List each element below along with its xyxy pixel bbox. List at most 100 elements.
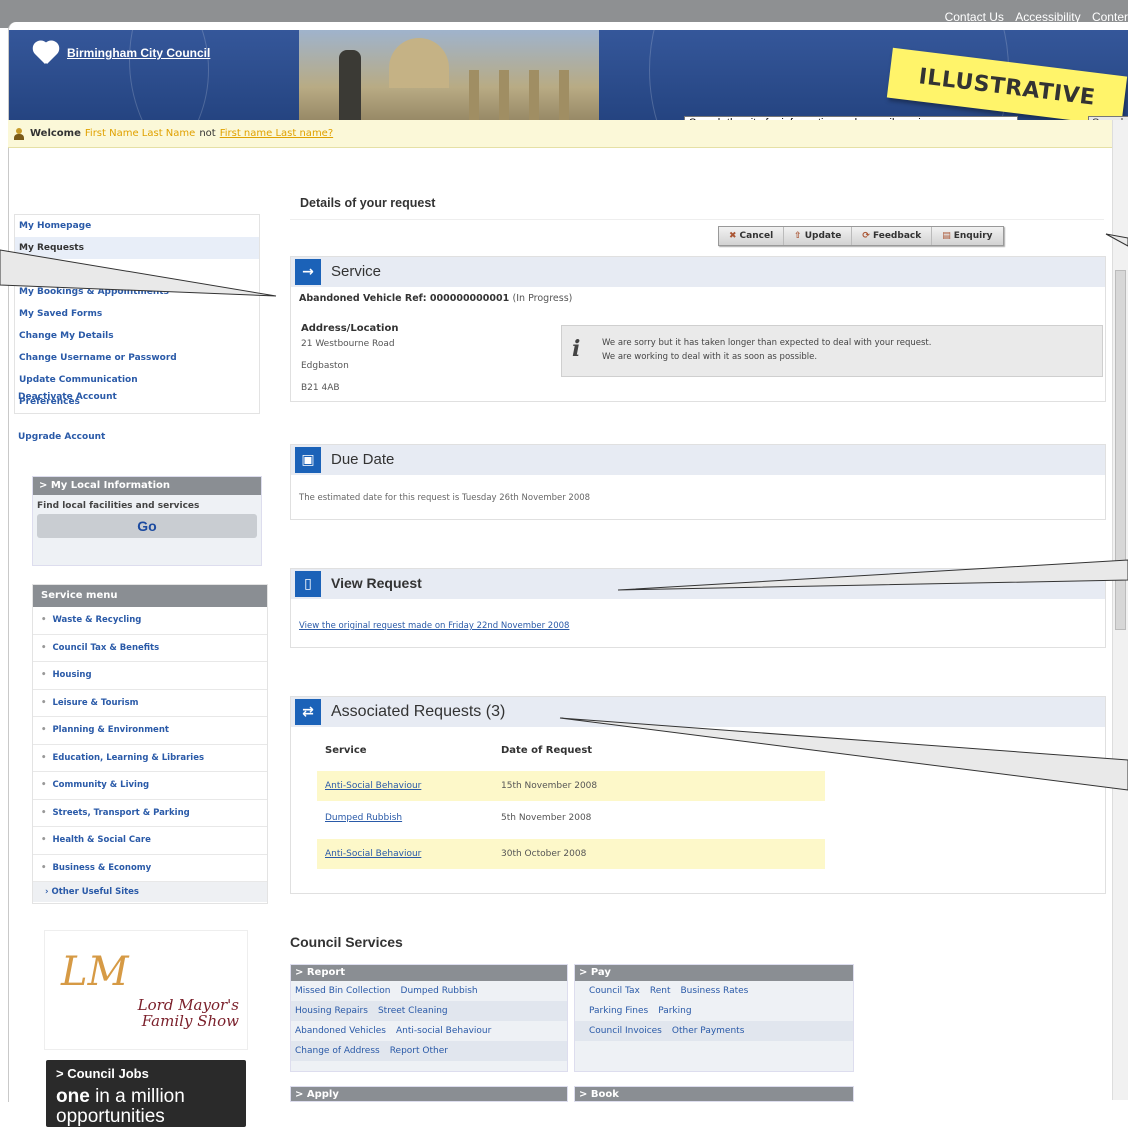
council-services-title: Council Services [290,934,403,950]
service-menu-item[interactable]: • Housing [33,662,267,690]
nav-my-requests[interactable]: My Requests [15,237,259,259]
local-info-box: > My Local Information Find local facili… [32,476,262,566]
lmfs-title: Lord Mayor's Family Show [137,996,239,1030]
nav-my-homepage[interactable]: My Homepage [15,215,259,237]
cancel-button[interactable]: ✖ Cancel [719,227,785,245]
service-menu-item[interactable]: • Community & Living [33,772,267,800]
book-header: > Book [575,1087,853,1101]
local-info-header: > My Local Information [33,477,261,495]
nav-my-bookings[interactable]: My Bookings & Appointments [15,281,259,303]
address-line: B21 4AB [301,383,340,393]
pay-link[interactable]: Other Payments [672,1026,745,1036]
service-menu-item[interactable]: • Education, Learning & Libraries [33,745,267,772]
swap-arrows-icon: ⇄ [295,699,321,725]
welcome-label: Welcome [30,128,81,139]
report-link[interactable]: Housing Repairs [295,1006,368,1016]
upgrade-account-link[interactable]: Upgrade Account [18,432,105,442]
report-box: > Report Missed Bin Collection Dumped Rub… [290,964,568,1072]
service-menu-item[interactable]: • Council Tax & Benefits [33,635,267,662]
nav-deactivate[interactable]: Deactivate Account [18,392,117,402]
report-link[interactable]: Dumped Rubbish [401,986,478,996]
col-service: Service [325,745,367,756]
council-house-photo [299,30,599,134]
service-menu-item[interactable]: • Waste & Recycling [33,607,267,635]
account-nav: My Homepage My Requests My Payments My B… [14,214,260,414]
nav-change-details[interactable]: Change My Details [15,325,259,347]
welcome-not: not [199,128,216,139]
due-date-text: The estimated date for this request is T… [299,493,591,503]
service-panel-title: Service [331,263,382,280]
view-request-panel: ▯ View Request View the original request… [290,568,1106,648]
sticker-text: ILLUSTRATIVE [917,63,1097,111]
report-row: Abandoned Vehicles Anti-social Behaviour [291,1021,567,1041]
due-date-title: Due Date [331,451,395,468]
report-link[interactable]: Missed Bin Collection [295,986,391,996]
associated-requests-title: Associated Requests (3) [331,703,506,720]
service-menu-item[interactable]: • Leisure & Tourism [33,690,267,717]
associated-requests-header: ⇄ Associated Requests (3) [291,697,1105,727]
scrollbar-thumb[interactable] [1115,270,1126,630]
delay-notice: i We are sorry but it has taken longer t… [561,325,1103,377]
service-panel: → Service Abandoned Vehicle Ref: 0000000… [290,256,1106,402]
apply-box: > Apply [290,1086,568,1102]
site-logo[interactable]: Birmingham City Council [31,42,210,64]
lord-mayors-show-banner[interactable]: LM Lord Mayor's Family Show [44,930,248,1050]
view-request-header: ▯ View Request [291,569,1105,599]
council-jobs-banner[interactable]: > Council Jobs one in a million opportun… [46,1060,246,1127]
report-row: Change of Address Report Other [291,1041,567,1061]
go-button[interactable]: Go [37,514,257,538]
not-you-link[interactable]: First name Last name? [220,128,333,139]
pay-link[interactable]: Rent [650,986,671,996]
table-row: Anti-Social Behaviour 30th October 2008 [317,839,825,869]
request-status: (In Progress) [512,293,573,304]
notice-text: We are sorry but it has taken longer tha… [602,338,932,362]
calendar-icon: ▣ [295,447,321,473]
report-link[interactable]: Report Other [390,1046,448,1056]
service-menu-item[interactable]: • Health & Social Care [33,827,267,855]
associated-date: 30th October 2008 [501,849,587,859]
update-icon: ⇧ [794,231,802,241]
view-original-request-link[interactable]: View the original request made on Friday… [299,621,569,631]
pay-header: > Pay [575,965,853,981]
feedback-button[interactable]: ⟳ Feedback [852,227,933,245]
report-link[interactable]: Change of Address [295,1046,380,1056]
pay-link[interactable]: Parking Fines [589,1006,648,1016]
service-menu-item[interactable]: • Streets, Transport & Parking [33,800,267,827]
table-row: Dumped Rubbish 5th November 2008 [317,803,825,833]
pay-link[interactable]: Parking [658,1006,691,1016]
pay-link[interactable]: Council Invoices [589,1026,662,1036]
service-menu-item[interactable]: • Business & Economy [33,855,267,882]
associated-service-link[interactable]: Anti-Social Behaviour [325,771,421,801]
service-menu-header: Service menu [33,585,267,607]
due-date-panel: ▣ Due Date The estimated date for this r… [290,444,1106,520]
pay-link[interactable]: Business Rates [680,986,748,996]
due-date-header: ▣ Due Date [291,445,1105,475]
pay-row: Parking Fines Parking [575,1001,853,1021]
associated-service-link[interactable]: Dumped Rubbish [325,803,402,833]
associated-table-header: Service Date of Request [325,745,592,756]
report-row: Housing Repairs Street Cleaning [291,1001,567,1021]
pay-link[interactable]: Council Tax [589,986,640,996]
nav-change-username[interactable]: Change Username or Password [15,347,259,369]
nav-my-payments[interactable]: My Payments [15,259,259,281]
apply-header: > Apply [291,1087,567,1101]
pay-box: > Pay Council Tax Rent Business Rates Park… [574,964,854,1072]
associated-requests-panel: ⇄ Associated Requests (3) Service Date o… [290,696,1106,894]
enquiry-button[interactable]: ▤ Enquiry [932,227,1003,245]
other-useful-sites-link[interactable]: › Other Useful Sites [33,882,267,902]
report-link[interactable]: Abandoned Vehicles [295,1026,386,1036]
info-icon: i [572,336,581,362]
service-menu-item[interactable]: • Planning & Environment [33,717,267,745]
associated-date: 15th November 2008 [501,781,598,791]
vertical-scrollbar[interactable] [1112,120,1128,1100]
view-request-title: View Request [331,575,422,591]
report-link[interactable]: Street Cleaning [378,1006,448,1016]
address-line: Edgbaston [301,361,349,371]
service-menu: Service menu • Waste & Recycling • Council… [32,584,268,904]
report-link[interactable]: Anti-social Behaviour [396,1026,491,1036]
associated-service-link[interactable]: Anti-Social Behaviour [325,839,421,869]
nav-update-communication[interactable]: Update Communication [15,369,259,391]
nav-my-saved-forms[interactable]: My Saved Forms [15,303,259,325]
associated-date: 5th November 2008 [501,813,592,823]
update-button[interactable]: ⇧ Update [784,227,853,245]
